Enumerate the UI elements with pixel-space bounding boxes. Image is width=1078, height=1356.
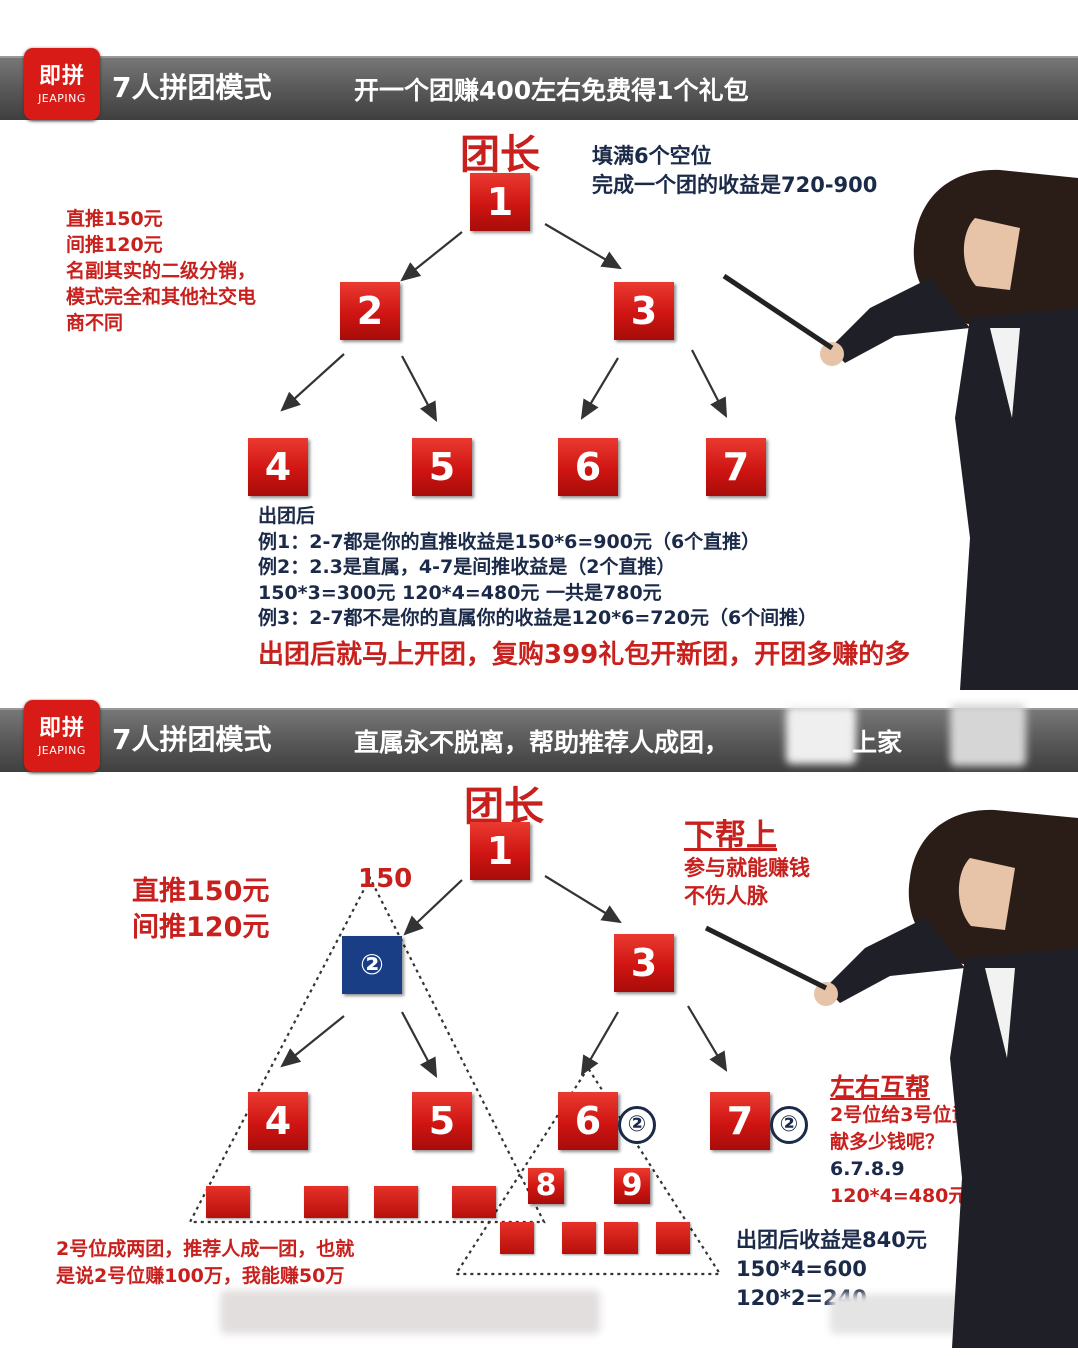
triangle-label: 150 [358,864,413,894]
node-2-badge: ② [618,1106,656,1144]
node-4: 4 [248,438,308,496]
note-line: 商不同 [66,312,124,334]
slot-square [656,1222,690,1254]
node-1: 1 [470,822,530,880]
blur-patch [220,1290,600,1334]
note-line: 直推150元 [66,208,163,230]
slot-square [206,1186,250,1218]
node-6: 6 [558,438,618,496]
slot-square [374,1186,418,1218]
note-line: 间推120元 [66,234,163,256]
node-2: ② [342,936,402,994]
panel-2: 即拼 JEAPING 7人拼团模式 直属永不脱离，帮助推荐人成团， 上家 团长 … [0,698,1078,1348]
node-6: 6 [558,1092,618,1150]
node-3: 3 [614,934,674,992]
slot-square [562,1222,596,1254]
node-9: 9 [614,1168,650,1204]
slot-square [452,1186,496,1218]
note-line: 间推120元 [132,912,270,943]
panel-1: 即拼 JEAPING 7人拼团模式 开一个团赚400左右免费得1个礼包 团长 1… [0,38,1078,690]
commission-note: 直推150元 间推120元 [132,874,269,946]
node-5: 5 [412,438,472,496]
node-2: 2 [340,282,400,340]
slot-square [304,1186,348,1218]
presenter-illustration [722,169,1078,690]
node-8: 8 [528,1168,564,1204]
note-line: 模式完全和其他社交电 [66,286,257,308]
slot-square [500,1222,534,1254]
note-line: 名副其实的二级分销， [66,260,257,282]
note-line: 直推150元 [132,876,270,907]
node-4: 4 [248,1092,308,1150]
node-5: 5 [412,1092,472,1150]
presenter-illustration [704,809,1078,1348]
bottom-note-line: 是说2号位赚100万，我能赚50万 [56,1265,345,1287]
commission-note: 直推150元 间推120元 名副其实的二级分销， 模式完全和其他社交电 商不同 [66,206,256,336]
bottom-left-note: 2号位成两团，推荐人成一团，也就 是说2号位赚100万，我能赚50万 [56,1236,354,1290]
slot-square [604,1222,638,1254]
node-1: 1 [470,173,530,231]
bottom-note-line: 2号位成两团，推荐人成一团，也就 [56,1238,355,1260]
node-3: 3 [614,282,674,340]
leader-label: 团长 [460,132,540,178]
